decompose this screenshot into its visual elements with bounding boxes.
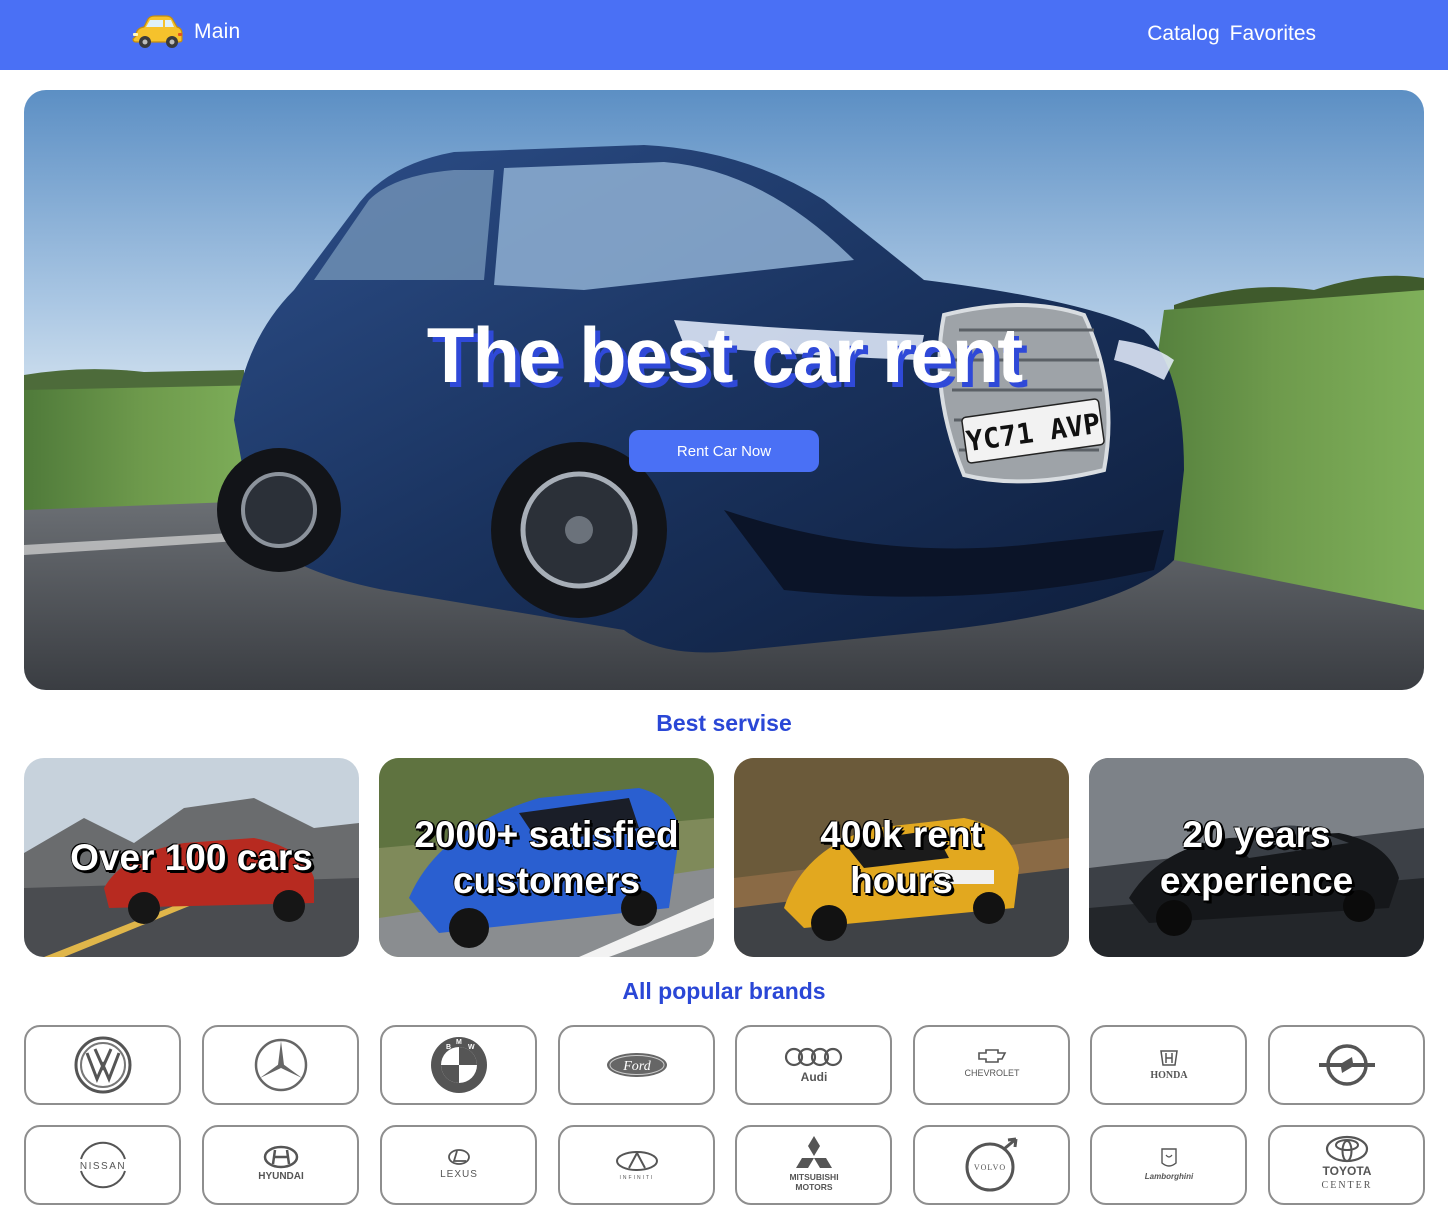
svg-text:MITSUBISHI: MITSUBISHI xyxy=(789,1172,838,1182)
svg-text:B: B xyxy=(446,1044,451,1051)
hero-title: The best car rent xyxy=(426,311,1024,399)
volvo-logo-icon: VOLVO xyxy=(965,1137,1017,1192)
brand-volvo[interactable]: VOLVO xyxy=(913,1125,1070,1205)
car-icon xyxy=(132,15,183,48)
svg-text:INFINITI: INFINITI xyxy=(619,1175,654,1181)
infiniti-logo-icon: INFINITI xyxy=(615,1151,658,1181)
brand-hyundai[interactable]: HYUNDAI xyxy=(202,1125,359,1205)
home-link[interactable]: Main xyxy=(130,14,240,50)
audi-logo-icon: Audi xyxy=(784,1047,842,1084)
brand-toyota[interactable]: TOYOTA CENTER xyxy=(1268,1125,1425,1205)
popular-brands-title: All popular brands xyxy=(622,978,826,1004)
brand-mercedes[interactable] xyxy=(202,1025,359,1105)
service-cards: Over 100 cars 2000+ satisfied customers … xyxy=(24,758,1424,957)
service-card-text: 2000+ satisfied customers xyxy=(414,813,679,901)
brand-label: Main xyxy=(194,20,241,43)
brand-audi[interactable]: Audi xyxy=(735,1025,892,1105)
toyota-logo-icon: TOYOTA CENTER xyxy=(1321,1135,1372,1191)
svg-text:M: M xyxy=(456,1039,462,1046)
service-card: 2000+ satisfied customers xyxy=(379,758,714,957)
svg-text:W: W xyxy=(468,1044,475,1051)
hero-banner: YC71 AVP The best car rent Rent Car Now xyxy=(24,90,1424,690)
svg-text:TOYOTA: TOYOTA xyxy=(1322,1164,1371,1178)
main-nav: Catalog Favorites xyxy=(1147,22,1316,46)
brand-nissan[interactable]: NISSAN xyxy=(24,1125,181,1205)
brand-mitsubishi[interactable]: MITSUBISHI MOTORS xyxy=(735,1125,892,1205)
rent-car-now-button[interactable]: Rent Car Now xyxy=(629,430,819,472)
nissan-logo-icon: NISSAN xyxy=(79,1141,126,1189)
lexus-logo-icon: LEXUS xyxy=(440,1149,478,1180)
brand-opel[interactable] xyxy=(1268,1025,1425,1105)
svg-text:LEXUS: LEXUS xyxy=(440,1169,478,1180)
svg-text:Audi: Audi xyxy=(800,1070,827,1084)
brand-lexus[interactable]: LEXUS xyxy=(380,1125,537,1205)
service-card-text: 400k rent hours xyxy=(820,813,983,901)
best-service-title: Best servise xyxy=(656,710,792,736)
mercedes-logo-icon xyxy=(254,1038,307,1092)
brand-lamborghini[interactable]: Lamborghini xyxy=(1090,1125,1247,1205)
chevrolet-logo-icon: CHEVROLET xyxy=(964,1049,1020,1078)
brand-honda[interactable]: HONDA xyxy=(1090,1025,1247,1105)
nav-catalog-link[interactable]: Catalog xyxy=(1147,22,1219,46)
brand-bmw[interactable]: B M W xyxy=(380,1025,537,1105)
brand-volkswagen[interactable] xyxy=(24,1025,181,1105)
honda-logo-icon: HONDA xyxy=(1150,1050,1188,1081)
svg-text:CHEVROLET: CHEVROLET xyxy=(964,1068,1020,1078)
brand-infiniti[interactable]: INFINITI xyxy=(558,1125,715,1205)
ford-logo-icon: Ford xyxy=(606,1053,667,1077)
brand-ford[interactable]: Ford xyxy=(558,1025,715,1105)
svg-text:MOTORS: MOTORS xyxy=(795,1182,832,1192)
service-card-text: Over 100 cars xyxy=(70,836,313,878)
svg-text:HYUNDAI: HYUNDAI xyxy=(258,1171,304,1182)
opel-logo-icon xyxy=(1318,1044,1375,1086)
service-card: Over 100 cars xyxy=(24,758,359,957)
svg-text:VOLVO: VOLVO xyxy=(973,1163,1005,1172)
service-card: 20 years experience xyxy=(1089,758,1424,957)
svg-text:Lamborghini: Lamborghini xyxy=(1144,1172,1193,1181)
hyundai-logo-icon: HYUNDAI xyxy=(258,1145,304,1182)
bmw-logo-icon: B M W xyxy=(430,1037,487,1093)
nav-favorites-link[interactable]: Favorites xyxy=(1230,22,1316,46)
service-card: 400k rent hours xyxy=(734,758,1069,957)
svg-text:Ford: Ford xyxy=(622,1059,651,1074)
brand-chevrolet[interactable]: CHEVROLET xyxy=(913,1025,1070,1105)
svg-text:CENTER: CENTER xyxy=(1321,1180,1372,1191)
top-navbar: Main Catalog Favorites xyxy=(0,0,1448,70)
svg-text:HONDA: HONDA xyxy=(1150,1070,1188,1081)
service-card-text: 20 years experience xyxy=(1159,813,1354,901)
svg-text:NISSAN: NISSAN xyxy=(79,1161,125,1172)
volkswagen-logo-icon xyxy=(74,1036,131,1094)
lamborghini-logo-icon: Lamborghini xyxy=(1144,1148,1193,1181)
mitsubishi-logo-icon: MITSUBISHI MOTORS xyxy=(789,1136,838,1192)
